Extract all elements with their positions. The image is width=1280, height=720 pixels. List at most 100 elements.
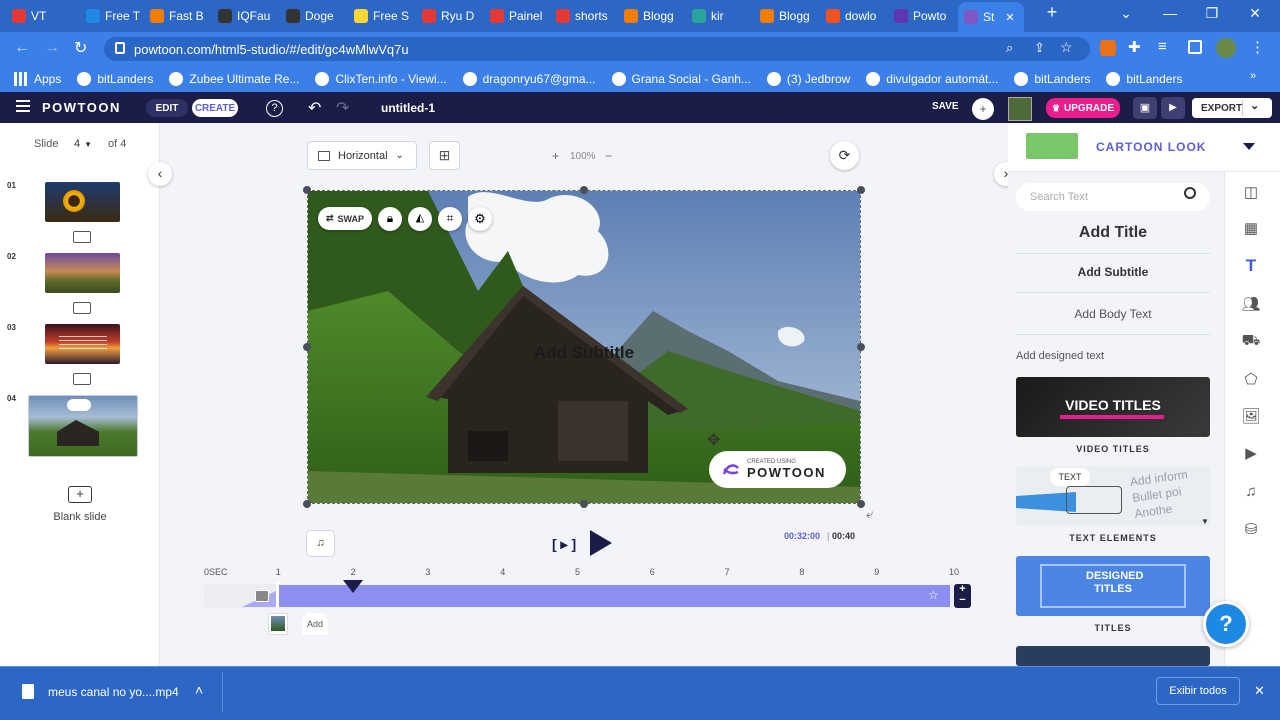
undo-icon[interactable]: ↶: [308, 98, 321, 118]
slide-stage[interactable]: Add Subtitle CREATED USING POWTOON: [308, 191, 860, 503]
music-search-icon[interactable]: ♫: [306, 530, 335, 557]
resize-handle[interactable]: [580, 500, 588, 508]
chevron-up-icon[interactable]: ˄: [195, 682, 203, 698]
shapes-icon[interactable]: ⬠: [1238, 369, 1264, 389]
bookmark-star-icon[interactable]: ☆: [1060, 39, 1073, 56]
share-icon[interactable]: ⇪: [1034, 40, 1045, 56]
music-icon[interactable]: ♫: [1238, 481, 1264, 501]
sidepanel-icon[interactable]: [1188, 40, 1202, 54]
user-avatar[interactable]: [1008, 97, 1032, 121]
restore-button[interactable]: ❐: [1202, 5, 1222, 22]
images-icon[interactable]: 🖼︎: [1238, 406, 1264, 426]
resize-handle[interactable]: [857, 343, 865, 351]
minimize-button[interactable]: —: [1160, 5, 1180, 21]
close-downloads-icon[interactable]: ✕: [1254, 683, 1265, 699]
preview-play-icon[interactable]: ▶: [1161, 97, 1185, 119]
zoom-in-icon[interactable]: +: [552, 149, 559, 163]
bookmark-item[interactable]: Zubee Ultimate Re...: [169, 72, 299, 86]
bookmark-item[interactable]: bitLanders: [77, 72, 153, 86]
back-icon[interactable]: ←: [14, 39, 30, 57]
browser-tab[interactable]: IQFau: [218, 4, 280, 28]
timeline-slide-bar[interactable]: [278, 585, 950, 607]
refresh-animation-icon[interactable]: ⟳: [830, 141, 859, 170]
lock-icon[interactable]: 🔒︎: [378, 207, 402, 231]
document-title[interactable]: untitled-1: [381, 101, 435, 115]
bookmark-item[interactable]: bitLanders: [1014, 72, 1090, 86]
props-icon[interactable]: ⛟: [1238, 331, 1264, 351]
blank-slide-icon[interactable]: +: [68, 486, 92, 503]
more-card[interactable]: [1016, 646, 1210, 666]
url-field[interactable]: powtoon.com/html5-studio/#/edit/gc4wMlwV…: [104, 37, 1090, 61]
grid-icon[interactable]: ⊞: [429, 141, 460, 170]
help-icon[interactable]: ?: [266, 100, 283, 117]
create-mode-button[interactable]: CREATE: [192, 99, 238, 117]
zoom-icon[interactable]: ⌕: [1006, 40, 1013, 56]
bookmark-item[interactable]: ClixTen.info - Viewi...: [315, 72, 447, 86]
browser-tab[interactable]: dowlo: [826, 4, 888, 28]
video-titles-card[interactable]: VIDEO TITLES: [1016, 377, 1210, 437]
text-elements-card[interactable]: TEXT Add inform Bullet poi Anothe: [1016, 466, 1210, 526]
slide-length-stepper[interactable]: + −: [954, 584, 971, 608]
reload-icon[interactable]: ↻: [74, 38, 87, 58]
powtoon-logo[interactable]: POWTOON: [42, 100, 121, 115]
show-all-downloads-button[interactable]: Exibir todos: [1156, 677, 1240, 705]
bookmark-item[interactable]: Grana Social - Ganh...: [611, 72, 751, 86]
browser-tab[interactable]: Blogg: [760, 4, 820, 28]
new-tab-button[interactable]: +: [1042, 2, 1062, 23]
timeline-layer-thumbnail[interactable]: [268, 613, 288, 635]
download-filename[interactable]: meus canal no yo....mp4: [48, 685, 179, 699]
close-tab-icon[interactable]: ✕: [1005, 11, 1014, 24]
bookmark-item[interactable]: dragonryu67@gma...: [462, 72, 596, 86]
browser-tab[interactable]: VT: [12, 4, 76, 28]
bookmark-item[interactable]: (3) Jedbrow: [766, 72, 850, 86]
settings-gear-icon[interactable]: ⚙: [468, 207, 492, 231]
flip-icon[interactable]: ◭: [408, 207, 432, 231]
present-icon[interactable]: ▣: [1133, 97, 1157, 119]
resize-handle[interactable]: [857, 500, 865, 508]
bookmark-item[interactable]: Apps: [14, 72, 61, 86]
timeline-image-handle[interactable]: [255, 590, 269, 602]
orientation-dropdown[interactable]: Horizontal ⌄: [307, 141, 417, 170]
category-dropdown-icon[interactable]: [1243, 143, 1255, 150]
add-slide-after-3-icon[interactable]: [73, 373, 91, 385]
bookmarks-overflow-icon[interactable]: »: [1250, 70, 1256, 82]
browser-tab[interactable]: Fast B: [150, 4, 212, 28]
add-title-option[interactable]: Add Title: [1016, 224, 1210, 254]
search-text-input[interactable]: Search Text: [1016, 183, 1210, 211]
browser-tab[interactable]: Ryu D: [422, 4, 484, 28]
expand-card-icon[interactable]: ▼: [1201, 517, 1209, 526]
slide-thumbnail-2[interactable]: [45, 253, 120, 293]
chrome-menu-icon[interactable]: ⋮: [1250, 38, 1265, 56]
edit-mode-button[interactable]: EDIT: [146, 99, 188, 117]
bookmark-item[interactable]: bitLanders: [1106, 72, 1182, 86]
add-slide-after-1-icon[interactable]: [73, 231, 91, 243]
blank-slide-label[interactable]: Blank slide: [30, 511, 130, 523]
extensions-icon[interactable]: ✚: [1128, 38, 1141, 56]
forward-icon[interactable]: →: [44, 39, 60, 57]
resize-handle[interactable]: [857, 186, 865, 194]
style-category[interactable]: CARTOON LOOK: [1096, 140, 1206, 154]
close-window-button[interactable]: ✕: [1245, 5, 1265, 22]
browser-tab[interactable]: kir: [692, 4, 754, 28]
profile-avatar[interactable]: [1216, 38, 1236, 58]
export-button[interactable]: EXPORT ⌄: [1192, 98, 1272, 118]
add-layer-button[interactable]: Add: [302, 613, 328, 635]
resize-handle[interactable]: [580, 186, 588, 194]
resize-handle[interactable]: [303, 343, 311, 351]
slide-selector[interactable]: 4 ▼: [74, 138, 92, 150]
designed-titles-card[interactable]: DESIGNED TITLES: [1016, 556, 1210, 616]
playhead-marker[interactable]: [343, 580, 363, 593]
star-transition-icon[interactable]: ☆: [928, 588, 939, 602]
metamask-extension-icon[interactable]: [1100, 40, 1116, 56]
help-chat-button[interactable]: ?: [1203, 601, 1249, 647]
browser-tab[interactable]: Powto: [894, 4, 952, 28]
bookmark-item[interactable]: divulgador automát...: [866, 72, 998, 86]
search-icon[interactable]: [1184, 187, 1196, 199]
browser-tab[interactable]: Free T: [86, 4, 146, 28]
slide-thumbnail-3[interactable]: [45, 324, 120, 364]
play-from-frame-button[interactable]: [ ▸ ]: [552, 536, 576, 553]
browser-tab[interactable]: Free S: [354, 4, 416, 28]
tab-search-icon[interactable]: ⌄: [1116, 5, 1136, 22]
rotate-handle-icon[interactable]: ⤶: [866, 506, 873, 522]
browser-tab[interactable]: Blogg: [624, 4, 686, 28]
